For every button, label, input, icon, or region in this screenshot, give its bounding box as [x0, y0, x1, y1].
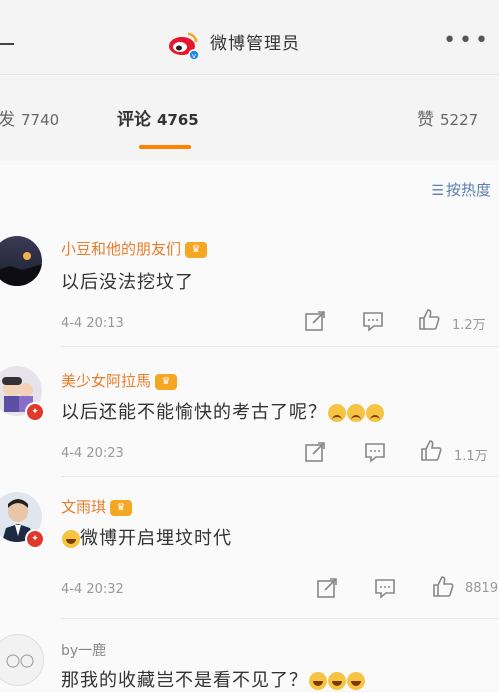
- tab-comments[interactable]: 评论 4765: [117, 105, 199, 130]
- more-icon[interactable]: •••: [443, 28, 491, 53]
- comment-text: 以后还能不能愉快的考古了呢？: [61, 398, 384, 424]
- tab-label: 赞: [417, 110, 434, 130]
- tab-count: 5227: [440, 111, 479, 129]
- comment-text: 微博开启埋坟时代: [61, 524, 232, 550]
- comment-username[interactable]: by一鹿: [61, 640, 106, 660]
- comment-text: 以后没法挖坟了: [61, 272, 194, 293]
- divider: [61, 346, 499, 347]
- laugh-emoji: [309, 672, 327, 690]
- sort-label: 按热度: [445, 181, 491, 199]
- weibo-logo: v: [169, 32, 200, 61]
- tab-count: 4765: [157, 111, 199, 129]
- like-count: 1.2万: [452, 318, 486, 333]
- comment-text-content: 微博开启埋坟时代: [80, 528, 232, 549]
- sad-emoji: [366, 404, 384, 422]
- back-icon[interactable]: [0, 43, 14, 45]
- username-text: 文雨琪: [61, 498, 107, 516]
- like-icon[interactable]: [420, 439, 442, 461]
- comment-time: 4-4 20:32: [61, 582, 124, 597]
- comment-text: 那我的收藏岂不是看不见了？: [61, 666, 365, 692]
- vip-crown-icon: ♛: [155, 373, 178, 390]
- reply-icon[interactable]: [362, 310, 384, 332]
- tab-label: 发: [0, 110, 15, 130]
- comment-username[interactable]: 文雨琪 ♛: [61, 496, 133, 517]
- comment-list: 小豆和他的朋友们 ♛ 以后没法挖坟了 4-4 20:13 1.2万 ✦ 美少女阿拉…: [0, 216, 499, 692]
- svg-text:v: v: [192, 52, 196, 60]
- sort-icon: ☰: [431, 183, 444, 199]
- page-title: 微博管理员: [210, 34, 300, 54]
- reply-icon[interactable]: [364, 441, 386, 463]
- comment-username[interactable]: 美少女阿拉馬 ♛: [61, 370, 178, 391]
- share-icon[interactable]: [304, 441, 326, 463]
- like-icon[interactable]: [432, 575, 454, 597]
- active-tab-indicator: [139, 145, 191, 149]
- comment-time: 4-4 20:13: [61, 316, 124, 331]
- like-count: 1.1万: [454, 449, 488, 464]
- comment-text-content: 那我的收藏岂不是看不见了？: [61, 670, 308, 691]
- laugh-emoji: [347, 672, 365, 690]
- tab-bar: 发 7740 评论 4765 赞 5227: [0, 75, 499, 161]
- tab-reposts[interactable]: 发 7740: [0, 105, 59, 130]
- tab-label: 评论: [117, 110, 151, 130]
- like-icon[interactable]: [418, 308, 440, 330]
- comment-time: 4-4 20:23: [61, 446, 124, 461]
- tab-count: 7740: [21, 111, 60, 129]
- reply-icon[interactable]: [374, 577, 396, 599]
- status-bar: [0, 0, 499, 14]
- sad-emoji: [328, 404, 346, 422]
- share-icon[interactable]: [304, 310, 326, 332]
- verified-badge-icon: ✦: [25, 529, 45, 549]
- verified-badge-icon: ✦: [25, 402, 45, 422]
- avatar[interactable]: [0, 236, 42, 286]
- laugh-emoji: [328, 672, 346, 690]
- laugh-emoji: [62, 530, 80, 548]
- username-text: 小豆和他的朋友们: [61, 240, 182, 258]
- sad-emoji: [347, 404, 365, 422]
- vip-crown-icon: ♛: [185, 241, 208, 258]
- username-text: 美少女阿拉馬: [61, 372, 152, 390]
- tab-likes[interactable]: 赞 5227: [417, 105, 478, 130]
- comment-text-content: 以后还能不能愉快的考古了呢？: [61, 402, 327, 423]
- comment-username[interactable]: 小豆和他的朋友们 ♛: [61, 238, 208, 259]
- divider: [61, 618, 499, 619]
- like-count: 8819: [465, 581, 499, 596]
- divider: [61, 476, 499, 477]
- sort-button[interactable]: ☰ 按热度: [431, 179, 491, 200]
- sort-bar: ☰ 按热度: [0, 161, 499, 216]
- vip-crown-icon: ♛: [110, 499, 133, 516]
- header: v 微博管理员 •••: [0, 14, 499, 75]
- share-icon[interactable]: [316, 577, 338, 599]
- avatar[interactable]: [0, 634, 44, 686]
